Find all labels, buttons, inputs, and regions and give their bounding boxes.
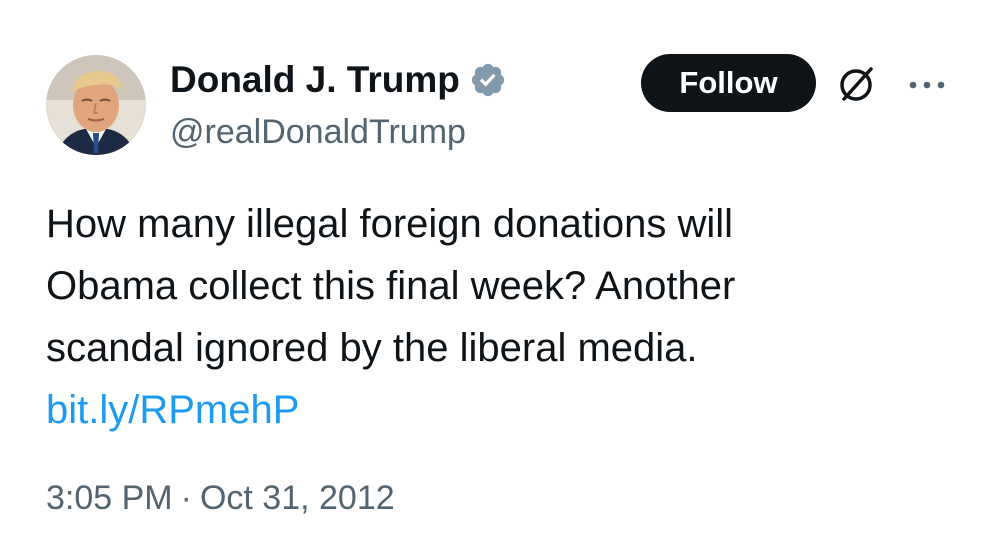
follow-button[interactable]: Follow [641, 54, 816, 112]
author-handle[interactable]: @realDonaldTrump [170, 110, 466, 154]
more-options-icon[interactable] [904, 70, 950, 100]
tweet-date: Oct 31, 2012 [199, 479, 395, 517]
author-name-row: Donald J. Trump [170, 58, 507, 102]
profile-photo [46, 55, 146, 155]
tweet-text-line: Obama collect this final week? Another [46, 264, 736, 308]
tweet-text-line: How many illegal foreign donations will [46, 202, 734, 246]
tweet-text-line: scandal ignored by the liberal media. [46, 326, 698, 370]
timestamp-separator: · [180, 479, 192, 517]
verified-badge-icon[interactable] [469, 61, 507, 99]
tweet-card: Donald J. Trump @realDonaldTrump Follow … [0, 0, 1000, 547]
tweet-timestamp[interactable]: 3:05 PM · Oct 31, 2012 [46, 476, 395, 520]
tweet-text: How many illegal foreign donations will … [46, 193, 946, 441]
tweet-time: 3:05 PM [46, 479, 173, 517]
author-display-name[interactable]: Donald J. Trump [170, 58, 460, 102]
grok-icon[interactable] [833, 61, 879, 107]
avatar[interactable] [46, 55, 146, 155]
tweet-link[interactable]: bit.ly/RPmehP [46, 388, 299, 432]
